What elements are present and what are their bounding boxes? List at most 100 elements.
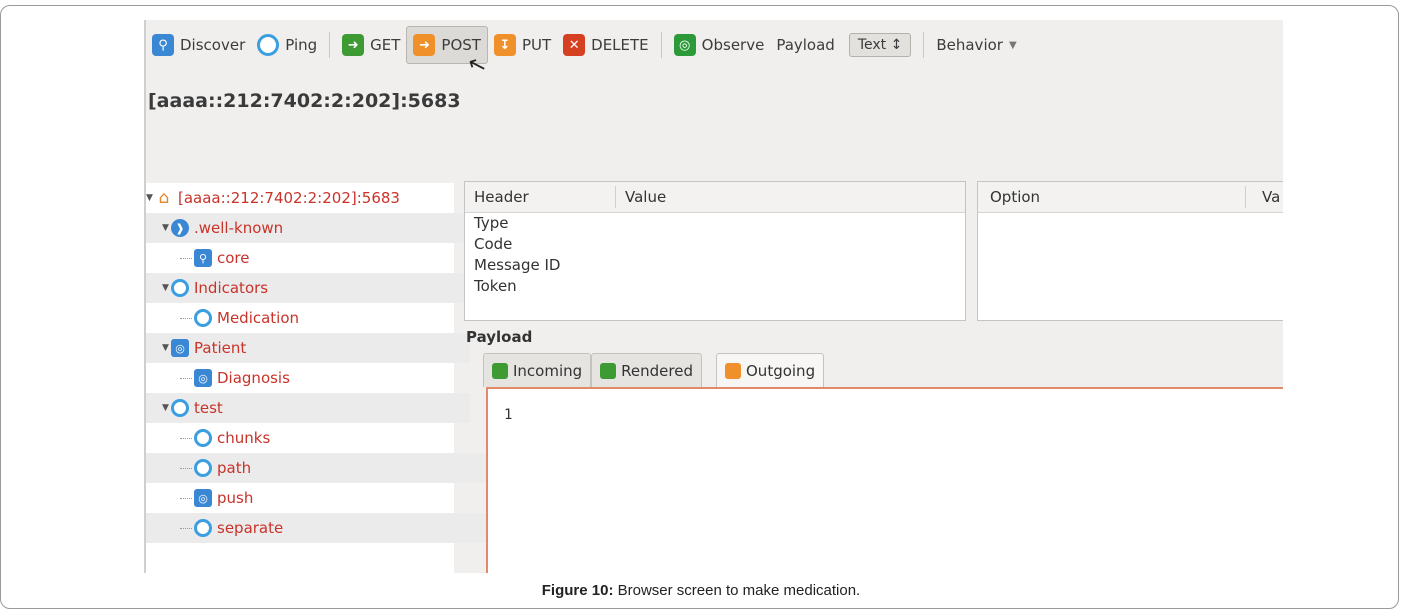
tree-item-label: [aaaa::212:7402:2:202]:5683 [178,189,400,207]
arrow-left-icon: ➜ [342,34,365,56]
tree-item-root[interactable]: ▼ ⌂ [aaaa::212:7402:2:202]:5683 [146,183,454,213]
behavior-menu[interactable]: Behavior ▼ [930,26,1022,64]
tree-item-well-known[interactable]: ▼ ❱ .well-known [146,213,470,243]
put-button[interactable]: ↧ PUT [488,26,557,64]
resource-icon [194,519,212,537]
get-button[interactable]: ➜ GET [336,26,406,64]
tree-item-label: test [194,399,223,417]
tree-item-medication[interactable]: Medication [146,303,488,333]
tree-item-label: Diagnosis [217,369,290,387]
tab-label: Outgoing [746,361,816,380]
rss-icon: ◎ [194,489,212,507]
table-row: Code [474,235,513,253]
tree-branch-line [180,437,192,439]
table-row: Type [474,214,509,232]
outgoing-icon [725,362,741,379]
home-icon: ⌂ [158,188,170,208]
discover-label: Discover [180,36,246,54]
payload-format-select[interactable]: Text ↕ [848,33,912,57]
download-icon: ↧ [493,34,516,56]
search-icon: ⚲ [152,34,174,56]
expand-triangle-icon: ▼ [146,193,153,203]
chevron-down-icon: ▼ [1008,39,1017,51]
tree-item-label: push [217,489,254,507]
close-icon: ✕ [563,34,586,56]
compass-icon: ❱ [171,219,189,237]
tab-incoming[interactable]: Incoming [483,353,592,387]
tab-label: Rendered [621,361,693,380]
tree-item-label: separate [217,519,284,537]
resource-tree[interactable]: ▼ ⌂ [aaaa::212:7402:2:202]:5683 ▼ ❱ .wel… [146,183,488,573]
behavior-label: Behavior [936,36,1003,54]
resource-icon [171,279,189,297]
expand-triangle-icon: ▼ [162,223,169,233]
tree-item-label: Patient [194,339,247,357]
ping-button[interactable]: Ping [251,26,323,64]
delete-button[interactable]: ✕ DELETE [557,26,655,64]
column-divider [615,186,616,208]
tree-item-patient[interactable]: ▼ ◎ Patient [146,333,470,363]
column-header-value[interactable]: Va [1262,188,1280,206]
tab-outgoing[interactable]: Outgoing [716,353,825,387]
caption-text: Browser screen to make medication. [613,582,861,599]
tree-item-core[interactable]: ⚲ core [146,243,488,273]
get-label: GET [370,36,401,54]
toolbar-separator [329,32,331,58]
tree-branch-line [180,467,192,469]
tab-rendered[interactable]: Rendered [591,353,702,387]
rss-icon: ◎ [171,339,189,357]
tree-item-label: Indicators [194,279,269,297]
option-table[interactable]: Option Va [977,181,1283,321]
resource-icon [194,459,212,477]
rendered-icon [600,362,617,379]
tree-branch-line [180,317,192,319]
server-address: [aaaa::212:7402:2:202]:5683 [148,90,461,112]
figure-caption: Figure 10: Browser screen to make medica… [0,582,1402,599]
tab-label: Incoming [513,361,583,380]
tree-item-label: path [217,459,252,477]
discover-button[interactable]: ⚲ Discover [146,26,251,64]
toolbar-separator [923,32,925,58]
ping-icon [257,34,280,56]
expand-triangle-icon: ▼ [162,343,169,353]
payload-tabs: Incoming Rendered Outgoing [483,353,825,387]
resource-icon [194,309,212,327]
header-table-head: Header Value [465,182,965,213]
rss-icon: ◎ [673,34,696,56]
tree-branch-line [180,257,192,259]
tree-item-separate[interactable]: separate [146,513,488,543]
header-table[interactable]: Header Value Type Code Message ID Token [464,181,966,321]
tree-item-path[interactable]: path [146,453,488,483]
tree-item-chunks[interactable]: chunks [146,423,488,453]
tree-item-test[interactable]: ▼ test [146,393,470,423]
toolbar: ⚲ Discover Ping ➜ GET ➜ POST ↧ PUT ✕ DEL… [146,20,1283,70]
tree-item-push[interactable]: ◎ push [146,483,488,513]
observe-button[interactable]: ◎ Observe [668,26,771,64]
payload-format-label: Payload [776,36,835,54]
column-header-header[interactable]: Header [474,188,529,206]
column-divider [1245,186,1246,208]
copper-browser-window: ⚲ Discover Ping ➜ GET ➜ POST ↧ PUT ✕ DEL… [144,20,1283,573]
toolbar-separator [660,32,662,58]
arrow-right-icon: ➜ [413,34,436,56]
payload-format: Payload Text ↕ [770,26,917,64]
column-header-option[interactable]: Option [990,188,1040,206]
line-number: 1 [504,407,513,423]
resource-icon [171,399,189,417]
table-row: Token [474,277,517,295]
search-icon: ⚲ [194,249,212,267]
ping-label: Ping [285,36,318,54]
tree-item-indicators[interactable]: ▼ Indicators [146,273,470,303]
payload-format-value: Text [857,37,887,53]
post-label: POST [441,36,481,54]
column-header-value[interactable]: Value [625,188,666,206]
delete-label: DELETE [591,36,649,54]
put-label: PUT [521,36,552,54]
tree-branch-line [180,377,192,379]
table-row: Message ID [474,256,561,274]
outgoing-payload-editor[interactable]: 1 [486,387,1283,573]
tree-item-diagnosis[interactable]: ◎ Diagnosis [146,363,488,393]
tree-branch-line [180,497,192,499]
expand-triangle-icon: ▼ [162,403,169,413]
rss-icon: ◎ [194,369,212,387]
